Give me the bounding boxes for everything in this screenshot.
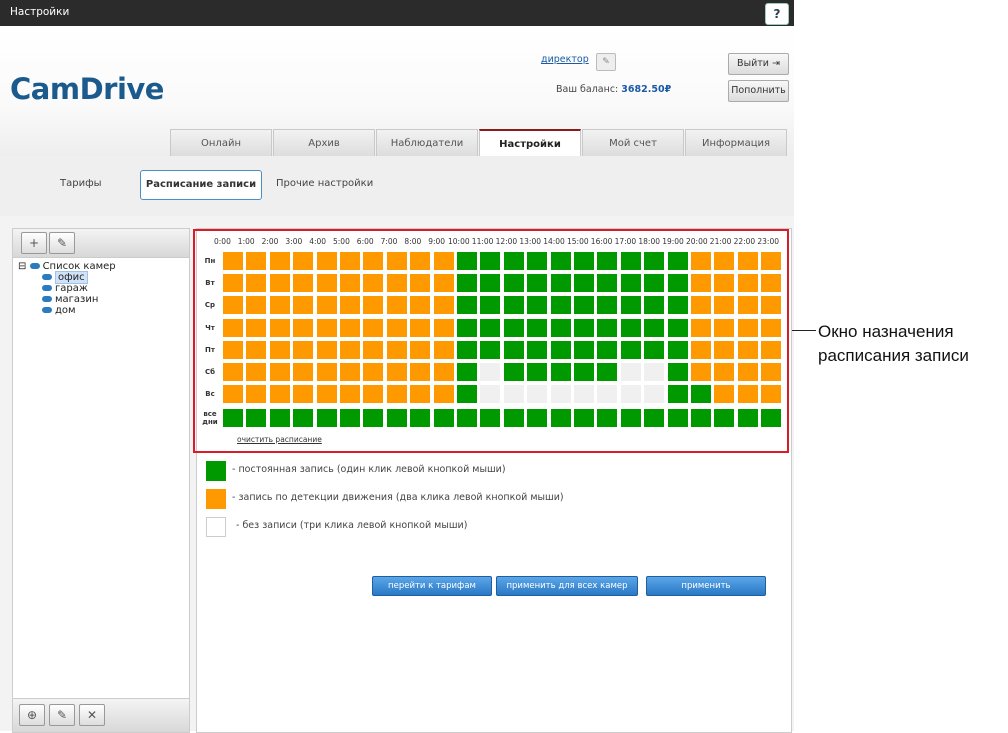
add-camera-icon[interactable]: ⊕ — [19, 704, 45, 726]
subnav-bar — [0, 156, 794, 217]
annotation-line2: расписания записи — [818, 346, 969, 365]
subtab-schedule[interactable]: Расписание записи — [140, 170, 262, 200]
help-button[interactable]: ? — [765, 3, 789, 25]
go-to-tariffs-button[interactable]: перейти к тарифам — [372, 576, 492, 596]
tree-item-shop[interactable]: магазин — [42, 294, 116, 305]
legend-orange-text: - запись по детекции движения (два клика… — [232, 492, 564, 503]
camera-icon — [42, 274, 52, 280]
tree-item-garage[interactable]: гараж — [42, 283, 116, 294]
tab-observers[interactable]: Наблюдатели — [376, 129, 478, 157]
tree-item-office[interactable]: офис — [42, 271, 116, 284]
currency-icon: ₽ — [664, 84, 672, 95]
balance: Ваш баланс: 3682.50₽ — [556, 84, 671, 95]
collapse-icon[interactable]: ⊟ — [18, 261, 26, 272]
window-title: Настройки — [10, 6, 70, 18]
legend-green-text: - постоянная запись (один клик левой кно… — [232, 464, 506, 475]
annotation-line — [792, 330, 816, 331]
exit-icon: ⇥ — [771, 58, 780, 69]
tab-info[interactable]: Информация — [685, 129, 787, 157]
legend-white-swatch — [206, 517, 226, 537]
user-link[interactable]: директор — [541, 54, 589, 65]
camera-bottom-toolbar: ⊕ ✎ ✕ — [12, 698, 190, 733]
title-bar: Настройки ? — [0, 0, 794, 26]
camera-tree: ⊟ Список камер офис гараж магазин дом — [18, 261, 116, 316]
subtab-tariffs[interactable]: Тарифы — [60, 178, 102, 189]
subtab-other[interactable]: Прочие настройки — [276, 178, 373, 189]
camera-icon — [42, 296, 52, 302]
camera-icon — [42, 285, 52, 291]
logout-button[interactable]: Выйти ⇥ — [728, 53, 789, 75]
schedule-highlight-frame — [193, 229, 789, 453]
balance-label: Ваш баланс: — [556, 84, 619, 95]
edit-icon[interactable]: ✎ — [596, 53, 616, 71]
tab-archive[interactable]: Архив — [273, 129, 375, 157]
camera-toolbar: + ✎ — [12, 228, 190, 258]
legend-orange-swatch — [206, 489, 226, 509]
legend-green-swatch — [206, 461, 226, 481]
logo: CamDrive — [10, 72, 164, 106]
legend-white-text: - без записи (три клика левой кнопкой мы… — [236, 520, 468, 531]
delete-camera-icon[interactable]: ✕ — [79, 704, 105, 726]
annotation-line1: Окно назначения — [818, 322, 954, 341]
tab-online[interactable]: Онлайн — [170, 129, 272, 157]
edit-camera-icon[interactable]: ✎ — [49, 704, 75, 726]
edit-group-icon[interactable]: ✎ — [49, 232, 75, 254]
tab-settings[interactable]: Настройки — [479, 129, 581, 157]
apply-button[interactable]: применить — [646, 576, 766, 596]
tree-item-home[interactable]: дом — [42, 305, 116, 316]
tab-account[interactable]: Мой счет — [582, 129, 684, 157]
camera-icon — [42, 307, 52, 313]
balance-value: 3682.50 — [621, 84, 665, 95]
annotation: Окно назначения расписания записи — [818, 320, 969, 368]
camera-icon — [29, 263, 40, 269]
topup-button[interactable]: Пополнить — [728, 80, 789, 102]
add-group-icon[interactable]: + — [21, 232, 47, 254]
apply-all-cameras-button[interactable]: применить для всех камер — [496, 576, 638, 596]
